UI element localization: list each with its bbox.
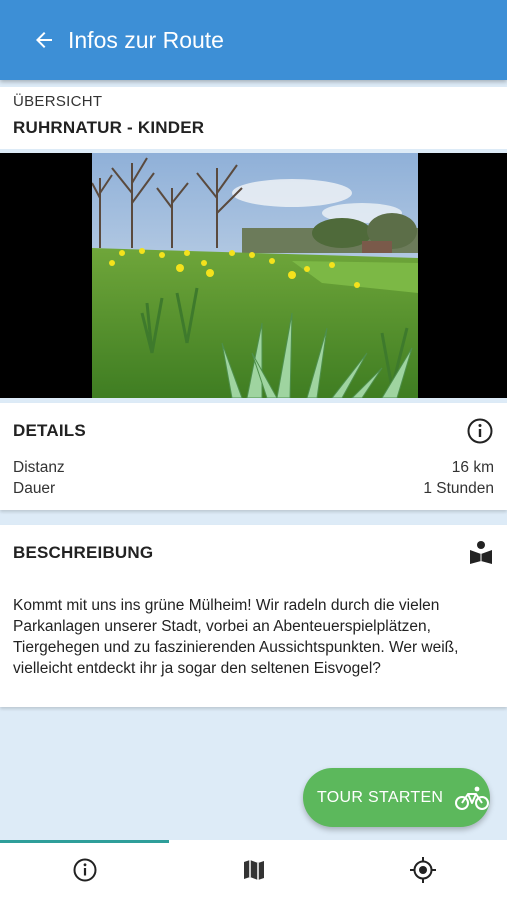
description-card: BESCHREIBUNG Kommt mit uns ins grüne Mül… bbox=[0, 525, 507, 707]
duration-label: Dauer bbox=[13, 480, 56, 497]
distance-label: Distanz bbox=[13, 459, 65, 476]
duration-value: 1 Stunden bbox=[423, 480, 494, 497]
page-title: Infos zur Route bbox=[68, 26, 224, 53]
details-title: DETAILS bbox=[13, 421, 86, 440]
description-text: Kommt mit uns ins grüne Mülheim! Wir rad… bbox=[13, 597, 459, 677]
detail-row-distance: Distanz 16 km bbox=[13, 459, 494, 480]
book-reader-icon bbox=[470, 541, 492, 564]
location-target-icon bbox=[409, 857, 436, 883]
distance-value: 16 km bbox=[451, 459, 494, 476]
arrow-left-icon bbox=[36, 32, 52, 48]
info-icon[interactable] bbox=[466, 417, 494, 445]
tab-location[interactable] bbox=[338, 840, 507, 900]
start-tour-button[interactable]: TOUR STARTEN bbox=[303, 768, 490, 827]
description-title: BESCHREIBUNG bbox=[13, 543, 154, 562]
app-bar: Infos zur Route bbox=[0, 0, 507, 80]
overview-card: ÜBERSICHT RUHRNATUR - KINDER bbox=[0, 87, 507, 149]
tab-info[interactable] bbox=[0, 840, 169, 900]
route-photo bbox=[92, 153, 418, 398]
info-icon bbox=[73, 858, 96, 882]
detail-row-duration: Dauer 1 Stunden bbox=[13, 480, 494, 501]
start-tour-label: TOUR STARTEN bbox=[317, 788, 444, 806]
details-card: DETAILS Distanz 16 km Dauer 1 Stunden bbox=[0, 403, 507, 510]
route-title: RUHRNATUR - KINDER bbox=[13, 118, 205, 137]
back-button[interactable] bbox=[18, 0, 70, 80]
tab-map[interactable] bbox=[169, 840, 338, 900]
overview-label: ÜBERSICHT bbox=[13, 93, 103, 110]
bicycle-icon bbox=[455, 786, 490, 810]
route-image bbox=[0, 153, 507, 398]
map-icon bbox=[243, 860, 264, 880]
bottom-navigation bbox=[0, 840, 507, 900]
